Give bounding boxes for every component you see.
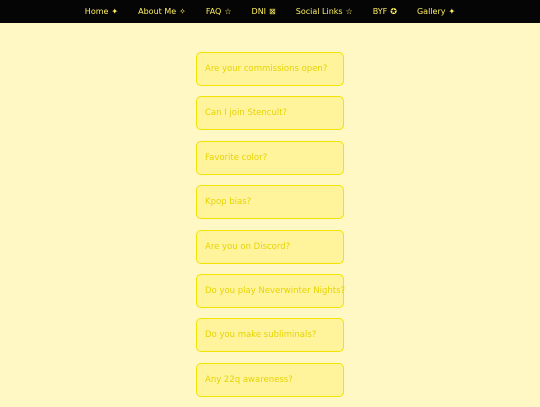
nav-dni-label: DNI <box>251 7 267 16</box>
boxed-cross-icon: ⊠ <box>269 6 276 16</box>
faq-question-discord[interactable]: Are you on Discord? <box>196 229 344 264</box>
faq-question-label: Can I join Stencult? <box>205 108 288 119</box>
nav-faq-link[interactable]: FAQ ☆ <box>206 7 232 16</box>
nav-social-links-link[interactable]: Social Links ☆ <box>296 7 353 16</box>
nav-home-link[interactable]: Home ✦ <box>85 7 118 16</box>
faq-list: Are your commissions open? Can I join St… <box>196 52 346 407</box>
faq-question-favorite-color[interactable]: Favorite color? <box>196 140 344 175</box>
circled-star-icon: ✪ <box>390 6 397 16</box>
nav-gallery-label: Gallery <box>416 7 446 16</box>
faq-question-commissions[interactable]: Are your commissions open? <box>196 52 344 86</box>
faq-question-label: Favorite color? <box>205 152 268 163</box>
nav-home-label: Home <box>84 7 109 16</box>
nav-about-me-label: About Me <box>138 7 177 16</box>
star-outline-icon: ☆ <box>345 6 353 16</box>
four-point-star-icon: ✦ <box>111 6 119 16</box>
faq-question-label: Are you on Discord? <box>205 241 291 252</box>
nav-about-me-link[interactable]: About Me ✧ <box>138 7 186 16</box>
faq-question-kpop-bias[interactable]: Kpop bias? <box>196 185 344 220</box>
faq-question-label: Do you play Neverwinter Nights? <box>205 285 346 296</box>
faq-question-neverwinter[interactable]: Do you play Neverwinter Nights? <box>196 273 346 308</box>
four-point-star-icon: ✦ <box>448 6 456 16</box>
sparkle-icon: ✧ <box>179 6 186 16</box>
faq-question-stencult[interactable]: Can I join Stencult? <box>196 96 344 131</box>
nav-faq-label: FAQ <box>205 7 222 16</box>
top-navbar: Home ✦ About Me ✧ FAQ ☆ DNI ⊠ Social Lin… <box>0 0 540 23</box>
faq-question-22q-awareness[interactable]: Any 22q awareness? <box>196 362 344 397</box>
nav-social-links-label: Social Links <box>295 7 343 16</box>
faq-question-subliminals[interactable]: Do you make subliminals? <box>196 318 344 353</box>
faq-question-label: Kpop bias? <box>205 197 252 208</box>
nav-byf-label: BYF <box>372 7 388 16</box>
faq-question-label: Do you make subliminals? <box>205 330 317 341</box>
faq-question-label: Are your commissions open? <box>205 64 328 74</box>
faq-question-label: Any 22q awareness? <box>205 374 293 385</box>
nav-byf-link[interactable]: BYF ✪ <box>373 7 397 16</box>
star-outline-icon: ☆ <box>224 6 232 16</box>
nav-dni-link[interactable]: DNI ⊠ <box>252 7 276 16</box>
nav-gallery-link[interactable]: Gallery ✦ <box>417 7 455 16</box>
